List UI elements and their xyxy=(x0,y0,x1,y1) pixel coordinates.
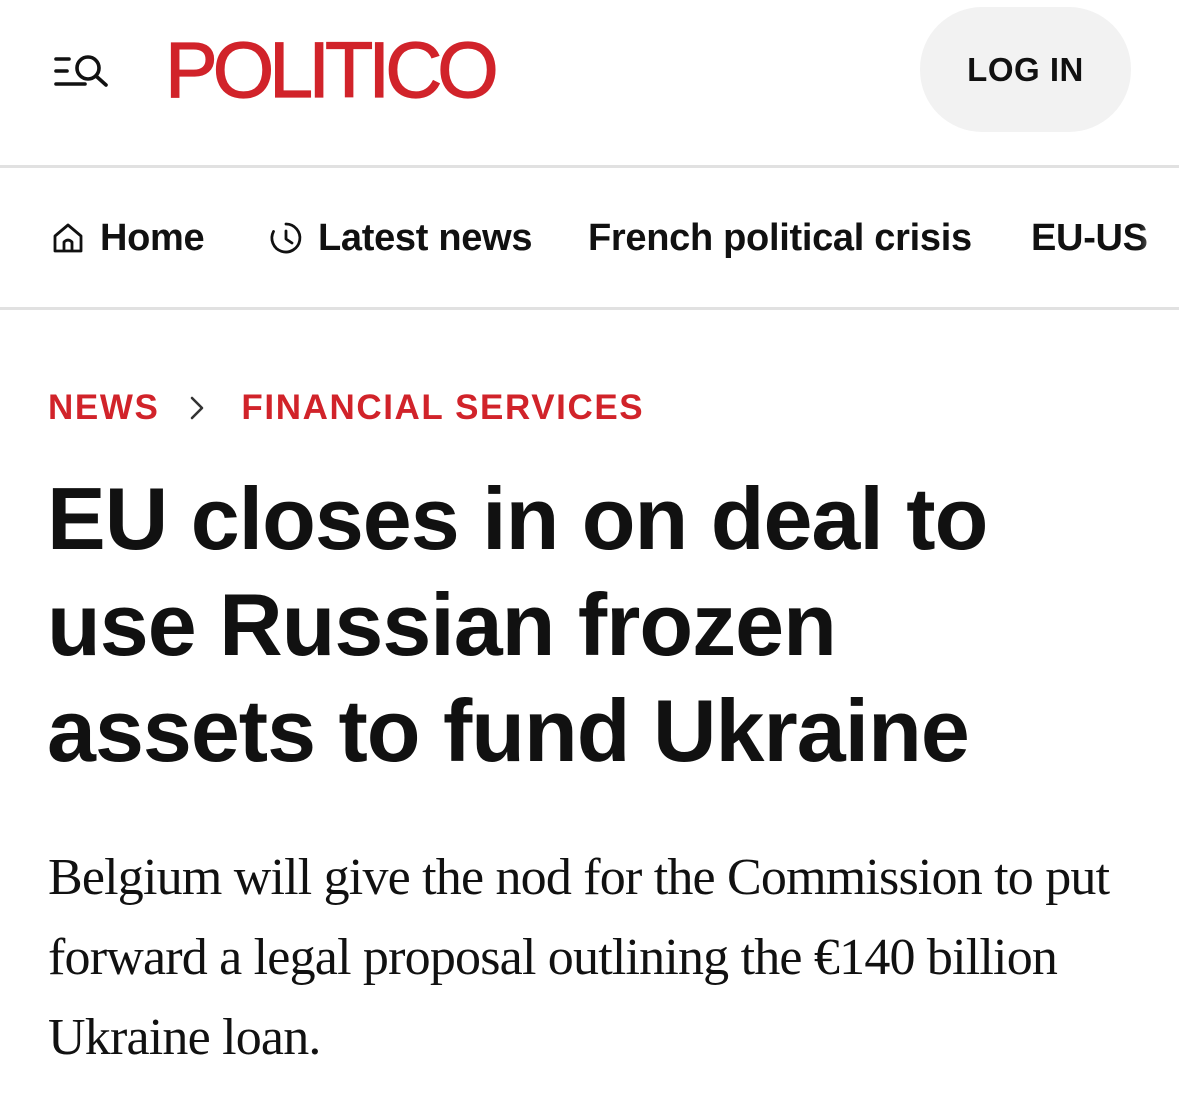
site-header: POLITICO LOG IN xyxy=(0,0,1179,166)
article-dek: Belgium will give the nod for the Commis… xyxy=(48,849,1110,1066)
breadcrumb-news-link[interactable]: NEWS xyxy=(48,388,159,428)
login-button[interactable]: LOG IN xyxy=(920,7,1131,132)
nav-item-eu-us[interactable]: EU-US xyxy=(1031,169,1148,307)
nav-item-label: EU-US xyxy=(1031,216,1148,259)
breadcrumb: NEWS FINANCIAL SERVICES xyxy=(48,385,644,431)
nav-item-label: French political crisis xyxy=(588,216,972,259)
topic-nav[interactable]: Home Latest news French political crisis… xyxy=(0,169,1179,307)
nav-item-label: Home xyxy=(100,216,205,259)
politico-logo[interactable]: POLITICO xyxy=(164,27,499,112)
home-icon xyxy=(53,223,83,253)
article-headline: EU closes in on deal to use Russian froz… xyxy=(47,469,988,780)
header-divider xyxy=(0,165,1179,168)
nav-item-label: Latest news xyxy=(318,216,533,259)
breadcrumb-financial-services-link[interactable]: FINANCIAL SERVICES xyxy=(241,388,644,428)
nav-scroll-fade-left xyxy=(0,169,30,307)
nav-scroll-fade-right xyxy=(1139,169,1179,307)
nav-item-latest-news[interactable]: Latest news xyxy=(268,169,533,307)
nav-divider xyxy=(0,307,1179,310)
menu-search-button[interactable] xyxy=(50,44,114,94)
nav-item-home[interactable]: Home xyxy=(50,169,205,307)
clock-icon xyxy=(270,222,302,254)
menu-search-icon xyxy=(54,55,108,87)
chevron-right-icon xyxy=(189,395,205,421)
nav-item-french-political-crisis[interactable]: French political crisis xyxy=(588,169,972,307)
